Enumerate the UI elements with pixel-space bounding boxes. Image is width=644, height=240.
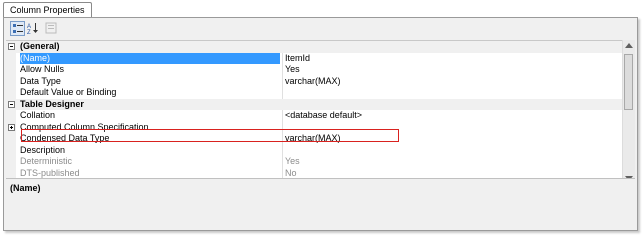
row-gutter bbox=[6, 52, 16, 64]
row-gutter bbox=[6, 64, 16, 76]
column-separator[interactable] bbox=[282, 133, 283, 145]
property-row[interactable]: (Name) ItemId bbox=[6, 52, 622, 65]
column-separator[interactable] bbox=[282, 64, 283, 76]
property-value[interactable]: Yes bbox=[285, 64, 621, 76]
category-row[interactable]: Table Designer bbox=[6, 98, 622, 111]
collapse-icon[interactable] bbox=[8, 43, 15, 50]
row-gutter bbox=[6, 110, 16, 122]
sort-az-icon: A Z bbox=[27, 23, 38, 34]
property-row[interactable]: Deterministic Yes bbox=[6, 156, 622, 168]
property-pages-button[interactable] bbox=[44, 21, 59, 36]
property-name[interactable]: (Name) bbox=[20, 52, 280, 64]
property-value[interactable]: varchar(MAX) bbox=[285, 133, 621, 145]
column-separator[interactable] bbox=[282, 110, 283, 122]
column-properties-panel: A Z (General) (Name) ItemId Allow Nulls Yes D… bbox=[3, 17, 638, 231]
row-gutter bbox=[6, 156, 16, 168]
category-label[interactable]: Table Designer bbox=[20, 99, 280, 111]
property-name[interactable]: Collation bbox=[20, 110, 280, 122]
column-separator[interactable] bbox=[282, 144, 283, 156]
description-title: (Name) bbox=[10, 183, 41, 193]
property-value[interactable]: <database default> bbox=[285, 110, 621, 122]
property-row[interactable]: Condensed Data Type varchar(MAX) bbox=[6, 133, 622, 145]
collapse-icon[interactable] bbox=[8, 100, 15, 108]
property-name[interactable]: Default Value or Binding bbox=[20, 87, 280, 99]
tab-column-properties[interactable]: Column Properties bbox=[3, 2, 92, 18]
column-separator[interactable] bbox=[282, 52, 283, 64]
property-pages-icon bbox=[45, 22, 57, 34]
column-separator[interactable] bbox=[282, 156, 283, 168]
alphabetical-button[interactable]: A Z bbox=[26, 21, 41, 36]
category-label[interactable]: (General) bbox=[20, 41, 280, 53]
property-name[interactable]: Computed Column Specification bbox=[20, 122, 280, 134]
property-row[interactable]: Collation <database default> bbox=[6, 110, 622, 122]
scroll-up-icon[interactable] bbox=[625, 43, 633, 48]
property-row[interactable]: Description bbox=[6, 144, 622, 157]
property-value[interactable]: varchar(MAX) bbox=[285, 76, 621, 88]
row-gutter bbox=[6, 144, 16, 156]
property-row[interactable]: Default Value or Binding bbox=[6, 87, 622, 99]
property-value[interactable] bbox=[285, 87, 621, 99]
vertical-scrollbar[interactable] bbox=[622, 40, 635, 184]
property-name[interactable]: Allow Nulls bbox=[20, 64, 280, 76]
description-pane: (Name) bbox=[6, 178, 635, 229]
svg-text:Z: Z bbox=[27, 30, 31, 34]
property-row[interactable]: Data Type varchar(MAX) bbox=[6, 75, 622, 88]
row-gutter bbox=[6, 87, 16, 99]
scroll-thumb[interactable] bbox=[624, 54, 633, 110]
property-value[interactable]: ItemId bbox=[285, 53, 621, 65]
property-value[interactable]: Yes bbox=[285, 156, 621, 168]
property-name[interactable]: Description bbox=[20, 145, 280, 157]
category-row[interactable]: (General) bbox=[6, 41, 622, 53]
property-row[interactable]: Allow Nulls Yes bbox=[6, 64, 622, 76]
column-separator[interactable] bbox=[282, 121, 283, 133]
property-name[interactable]: Data Type bbox=[20, 76, 280, 88]
categorized-icon bbox=[13, 24, 23, 33]
property-name[interactable]: Condensed Data Type bbox=[20, 133, 280, 145]
property-value[interactable] bbox=[285, 122, 621, 134]
column-separator[interactable] bbox=[282, 75, 283, 87]
property-row[interactable]: Computed Column Specification bbox=[6, 121, 622, 134]
row-gutter bbox=[6, 133, 16, 145]
toolbar: A Z bbox=[4, 18, 637, 39]
expand-icon[interactable] bbox=[8, 123, 15, 131]
property-name[interactable]: Deterministic bbox=[20, 156, 280, 168]
tab-bar: Column Properties bbox=[0, 0, 644, 18]
property-value[interactable] bbox=[285, 145, 621, 157]
property-grid[interactable]: (General) (Name) ItemId Allow Nulls Yes Data … bbox=[6, 40, 622, 185]
column-separator[interactable] bbox=[282, 87, 283, 99]
row-gutter bbox=[6, 75, 16, 87]
categorized-button[interactable] bbox=[10, 21, 25, 36]
